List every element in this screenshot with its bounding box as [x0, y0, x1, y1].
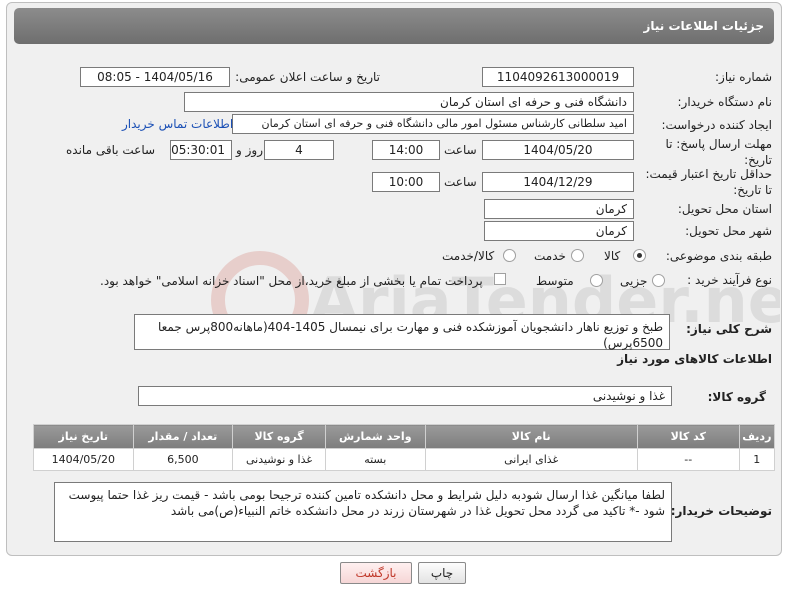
remaining-time-field: 05:30:01 [170, 140, 232, 160]
table-row: 1 -- غذای ایرانی بسته غذا و نوشیدنی 6,50… [33, 448, 776, 471]
process-radio-minor[interactable] [652, 274, 665, 287]
city-label: شهر محل تحویل: [685, 224, 772, 238]
price-time-label: ساعت [444, 175, 477, 189]
category-option-service: خدمت [534, 249, 566, 263]
goods-table: ردیف کد کالا نام کالا واحد شمارش گروه کا… [33, 424, 776, 471]
buyer-notes-field: لطفا میانگین غذا ارسال شودبه دلیل شرایط … [54, 482, 672, 542]
col-name: نام کالا [424, 424, 638, 449]
contact-buyer-link[interactable]: اطلاعات تماس خریدار [122, 117, 233, 131]
col-code: کد کالا [636, 424, 740, 449]
price-date-field: 1404/12/29 [482, 172, 634, 192]
announce-field: 1404/05/16 - 08:05 [80, 67, 230, 87]
goods-info-title: اطلاعات کالاهای مورد نیاز [617, 352, 772, 366]
process-option-medium: متوسط [536, 274, 574, 288]
col-unit: واحد شمارش [325, 424, 426, 449]
category-radio-goods[interactable] [633, 249, 646, 262]
process-option-minor: جزیی [620, 274, 648, 288]
announce-label: تاریخ و ساعت اعلان عمومی: [235, 70, 380, 84]
province-field: کرمان [484, 199, 634, 219]
reply-deadline-label: مهلت ارسال پاسخ: تا تاریخ: [665, 137, 772, 167]
buyer-field: دانشگاه فنی و حرفه ای استان کرمان [184, 92, 634, 112]
buyer-notes-label: توضیحات خریدار: [670, 504, 772, 518]
reply-time-label: ساعت [444, 143, 477, 157]
category-option-goods-service: کالا/خدمت [442, 249, 495, 263]
goods-group-field: غذا و نوشیدنی [138, 386, 672, 406]
price-time-field: 10:00 [372, 172, 440, 192]
cell-quantity: 6,500 [132, 448, 234, 471]
need-number-field: 1104092613000019 [482, 67, 634, 87]
creator-field: امید سلطانی کارشناس مسئول امور مالی دانش… [232, 114, 634, 134]
page-title: جزئیات اطلاعات نیاز [14, 8, 774, 44]
days-label: روز و [236, 143, 263, 157]
treasury-payment-checkbox[interactable] [494, 273, 506, 285]
cell-date: 1404/05/20 [33, 448, 134, 471]
cell-row: 1 [738, 448, 776, 471]
buyer-label: نام دستگاه خریدار: [677, 95, 773, 109]
category-option-goods: کالا [604, 249, 621, 263]
category-radio-goods-service[interactable] [503, 249, 516, 262]
print-button[interactable]: چاپ [418, 562, 466, 584]
cell-group: غذا و نوشیدنی [232, 448, 326, 471]
goods-table-header: ردیف کد کالا نام کالا واحد شمارش گروه کا… [33, 424, 776, 449]
col-group: گروه کالا [232, 424, 326, 449]
category-label: طبقه بندی موضوعی: [665, 249, 772, 263]
description-label: شرح کلی نیاز: [686, 322, 772, 336]
province-label: استان محل تحویل: [677, 202, 772, 216]
goods-group-label: گروه کالا: [707, 390, 766, 404]
col-quantity: تعداد / مقدار [132, 424, 234, 449]
col-date: تاریخ نیاز [33, 424, 134, 449]
creator-label: ایجاد کننده درخواست: [661, 118, 772, 132]
cell-unit: بسته [325, 448, 426, 471]
cell-name: غذای ایرانی [424, 448, 638, 471]
remaining-label: ساعت باقی مانده [66, 143, 156, 157]
city-field: کرمان [484, 221, 634, 241]
process-label: نوع فرآیند خرید : [687, 273, 772, 287]
price-deadline-label: حداقل تاریخ اعتبار قیمت: تا تاریخ: [645, 167, 772, 197]
reply-date-field: 1404/05/20 [482, 140, 634, 160]
days-field: 4 [264, 140, 334, 160]
treasury-payment-note: پرداخت تمام یا بخشی از مبلغ خرید،از محل … [100, 274, 483, 288]
process-radio-medium[interactable] [590, 274, 603, 287]
category-radio-service[interactable] [571, 249, 584, 262]
reply-time-field: 14:00 [372, 140, 440, 160]
cell-code: -- [636, 448, 740, 471]
back-button[interactable]: بازگشت [340, 562, 412, 584]
col-row: ردیف [738, 424, 776, 449]
need-number-label: شماره نیاز: [715, 70, 772, 84]
description-field: طبخ و توزیع ناهار دانشجویان آموزشکده فنی… [134, 314, 670, 350]
